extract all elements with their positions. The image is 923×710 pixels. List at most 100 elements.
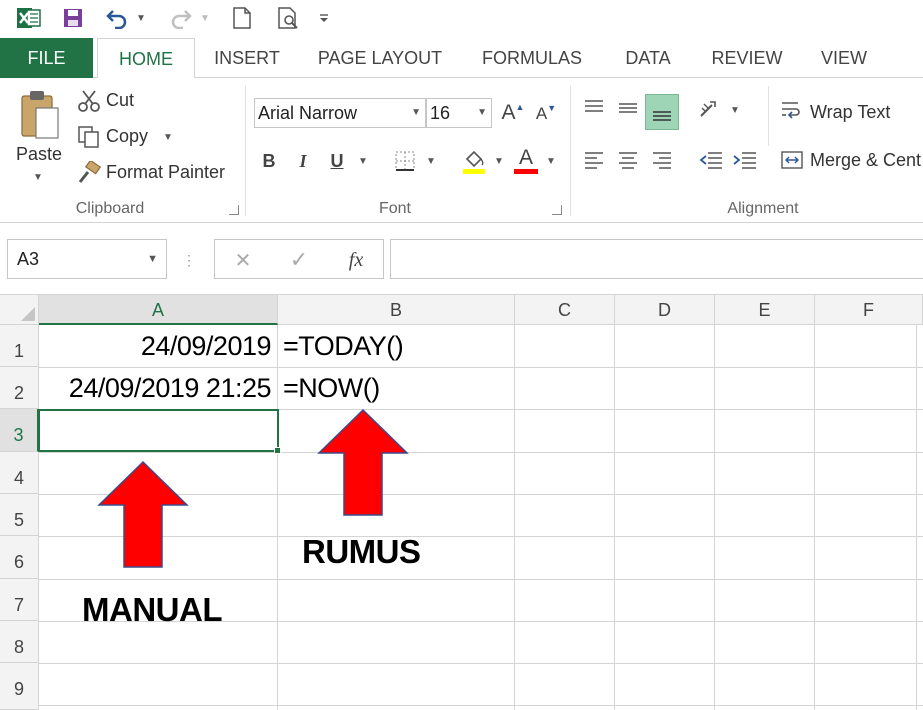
clipboard-group-label: Clipboard xyxy=(75,200,145,217)
row-header-1[interactable]: 1 xyxy=(0,325,39,367)
cell-b1[interactable]: =TODAY() xyxy=(283,331,404,362)
copy-dropdown-icon[interactable]: ▼ xyxy=(160,130,176,144)
merge-center-icon[interactable] xyxy=(778,146,806,174)
cut-icon[interactable] xyxy=(76,88,102,114)
column-header-d[interactable]: D xyxy=(615,295,715,325)
gridline xyxy=(39,705,923,706)
tab-data[interactable]: DATA xyxy=(612,38,684,78)
tab-insert[interactable]: INSERT xyxy=(205,38,289,78)
gridline xyxy=(39,579,923,580)
tab-review[interactable]: REVIEW xyxy=(703,38,791,78)
underline-button[interactable]: U xyxy=(326,148,348,174)
row-header-4[interactable]: 4 xyxy=(0,452,39,494)
new-document-icon[interactable] xyxy=(228,4,256,32)
grow-font-icon[interactable]: A ▲ xyxy=(500,100,526,126)
formula-input[interactable] xyxy=(390,239,923,279)
clipboard-launcher-icon[interactable] xyxy=(229,205,239,215)
wrap-text-icon[interactable] xyxy=(778,96,806,124)
paste-dropdown-icon[interactable]: ▼ xyxy=(30,170,46,184)
undo-dropdown-icon[interactable]: ▼ xyxy=(134,4,148,32)
font-name-dropdown-icon: ▼ xyxy=(411,107,421,118)
paste-button[interactable]: Paste xyxy=(16,144,62,165)
save-icon[interactable] xyxy=(58,4,88,32)
tab-formulas[interactable]: FORMULAS xyxy=(470,38,594,78)
copy-button[interactable]: Copy xyxy=(106,126,148,147)
cancel-formula-icon[interactable]: ✕ xyxy=(229,246,257,274)
redo-dropdown-icon[interactable]: ▼ xyxy=(198,4,212,32)
align-center-icon[interactable] xyxy=(614,146,642,174)
fill-handle[interactable] xyxy=(274,447,281,454)
alignment-group-label: Alignment xyxy=(727,200,799,217)
font-launcher-icon[interactable] xyxy=(552,205,562,215)
font-color-icon[interactable]: A xyxy=(512,144,540,176)
cell-a2[interactable]: 24/09/2019 21:25 xyxy=(69,373,272,404)
cell-b2[interactable]: =NOW() xyxy=(283,373,380,404)
column-header-c[interactable]: C xyxy=(515,295,615,325)
group-separator xyxy=(570,86,571,216)
enter-formula-icon[interactable]: ✓ xyxy=(285,246,313,274)
increase-indent-icon[interactable] xyxy=(730,146,760,174)
fill-color-icon[interactable] xyxy=(460,146,488,176)
copy-icon[interactable] xyxy=(76,124,102,150)
align-middle-icon[interactable] xyxy=(614,94,642,122)
row-header-2[interactable]: 2 xyxy=(0,367,39,409)
borders-icon[interactable] xyxy=(392,148,418,174)
decrease-indent-icon[interactable] xyxy=(696,146,726,174)
select-all-corner[interactable] xyxy=(0,295,39,325)
more-options-icon[interactable]: ⋮ xyxy=(182,249,196,271)
font-name-select[interactable]: Arial Narrow ▼ xyxy=(254,98,426,128)
format-painter-button[interactable]: Format Painter xyxy=(106,162,225,183)
tab-file[interactable]: FILE xyxy=(0,38,93,78)
font-size-select[interactable]: 16 ▼ xyxy=(426,98,492,128)
tab-page-layout[interactable]: PAGE LAYOUT xyxy=(308,38,452,78)
shrink-font-icon[interactable]: A ▼ xyxy=(534,102,558,126)
row-header-3[interactable]: 3 xyxy=(0,409,39,452)
column-header-f[interactable]: F xyxy=(815,295,923,325)
gridline xyxy=(277,325,278,710)
align-right-icon[interactable] xyxy=(648,146,676,174)
row-header-6[interactable]: 6 xyxy=(0,536,39,579)
gridline xyxy=(514,325,515,710)
row-header-5[interactable]: 5 xyxy=(0,494,39,536)
orientation-icon[interactable] xyxy=(696,96,726,124)
undo-icon[interactable] xyxy=(102,4,132,32)
group-separator xyxy=(768,86,769,146)
wrap-text-button[interactable]: Wrap Text xyxy=(810,102,890,123)
italic-button[interactable]: I xyxy=(292,148,314,174)
ribbon: Paste ▼ Cut Copy ▼ Format Painter Clipbo… xyxy=(0,78,923,223)
align-bottom-icon[interactable] xyxy=(645,94,679,130)
redo-icon[interactable] xyxy=(166,4,196,32)
group-separator xyxy=(245,86,246,216)
borders-dropdown-icon[interactable]: ▼ xyxy=(424,152,438,170)
align-left-icon[interactable] xyxy=(580,146,608,174)
fill-color-dropdown-icon[interactable]: ▼ xyxy=(492,152,506,170)
font-name-value: Arial Narrow xyxy=(258,103,358,123)
active-cell-a3[interactable] xyxy=(38,409,279,452)
cut-button[interactable]: Cut xyxy=(106,90,134,111)
quick-access-toolbar: ▼ ▼ xyxy=(0,0,923,38)
name-box[interactable]: A3 ▼ xyxy=(7,239,167,279)
orientation-dropdown-icon[interactable]: ▼ xyxy=(728,102,742,118)
tab-home[interactable]: HOME xyxy=(97,38,195,79)
gridline xyxy=(814,325,815,710)
merge-center-button[interactable]: Merge & Cent xyxy=(810,150,921,171)
font-color-dropdown-icon[interactable]: ▼ xyxy=(544,152,558,170)
cell-a1[interactable]: 24/09/2019 xyxy=(141,331,272,362)
manual-arrow-icon xyxy=(97,460,189,568)
column-header-a[interactable]: A xyxy=(39,295,278,325)
paste-icon[interactable] xyxy=(14,86,64,144)
bold-button[interactable]: B xyxy=(258,148,280,174)
row-header-7[interactable]: 7 xyxy=(0,579,39,621)
column-header-b[interactable]: B xyxy=(278,295,515,325)
underline-dropdown-icon[interactable]: ▼ xyxy=(356,152,370,170)
font-size-value: 16 xyxy=(430,103,451,123)
row-header-8[interactable]: 8 xyxy=(0,621,39,663)
align-top-icon[interactable] xyxy=(580,94,608,122)
customize-qat-icon[interactable] xyxy=(316,4,332,32)
insert-function-icon[interactable]: fx xyxy=(341,246,371,274)
row-header-9[interactable]: 9 xyxy=(0,663,39,710)
print-preview-icon[interactable] xyxy=(274,4,304,32)
format-painter-icon[interactable] xyxy=(76,160,102,186)
tab-view[interactable]: VIEW xyxy=(808,38,880,78)
column-header-e[interactable]: E xyxy=(715,295,815,325)
